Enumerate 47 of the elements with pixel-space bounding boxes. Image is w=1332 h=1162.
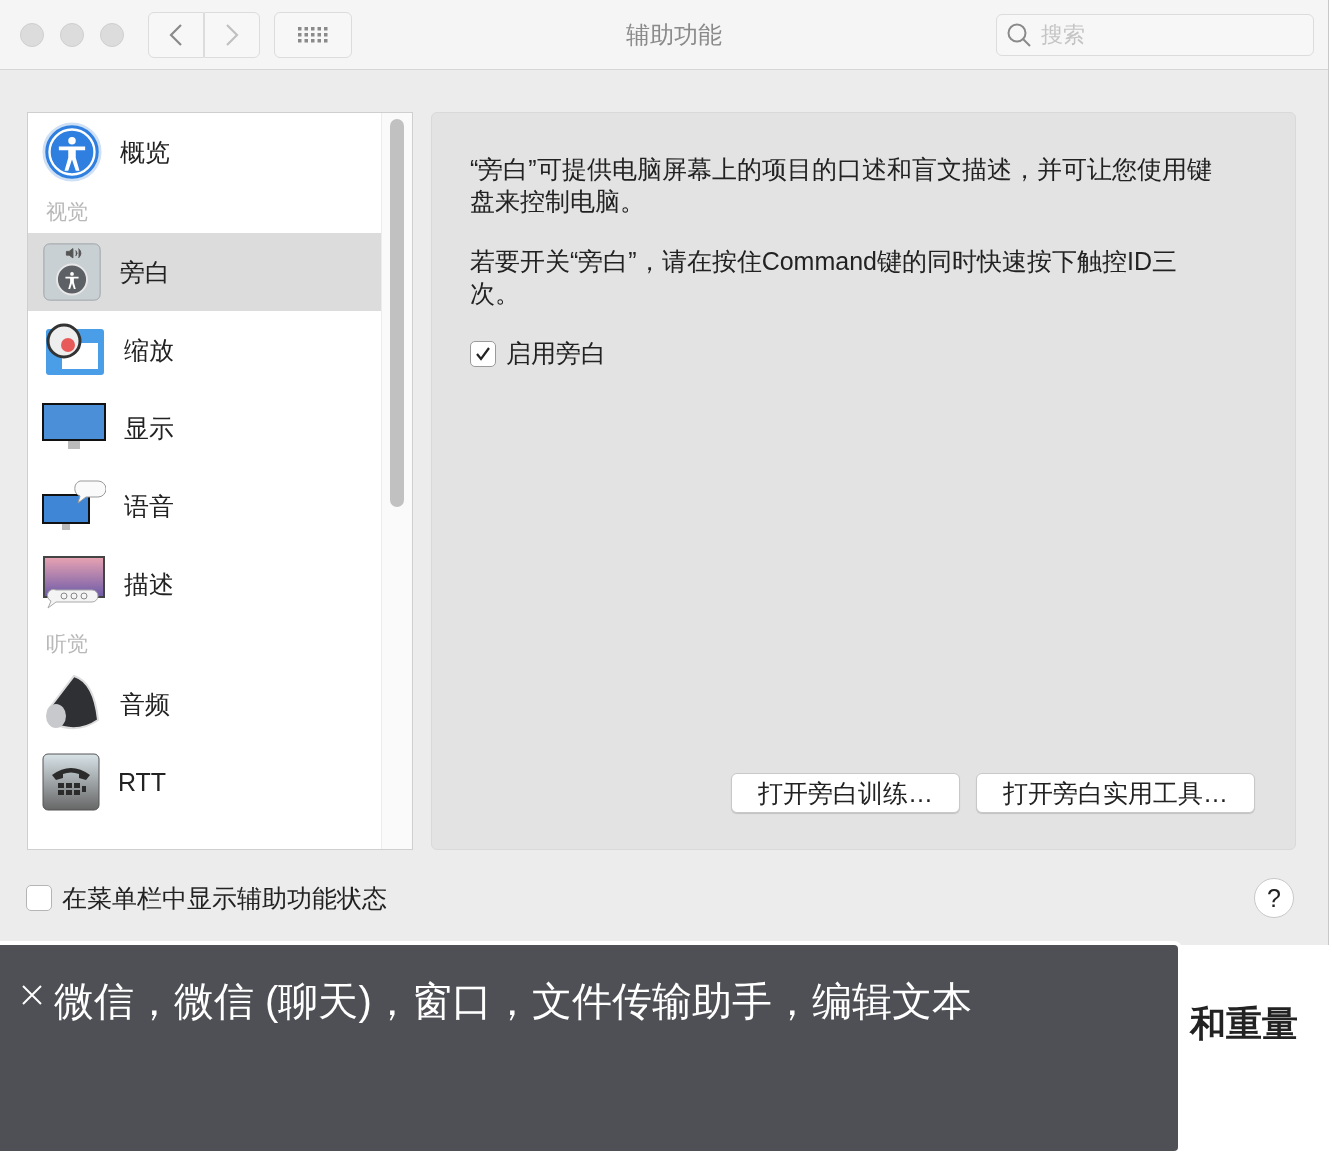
open-button[interactable]: 打开旁白训练… <box>731 773 960 813</box>
window-title: 辅助功能 <box>625 19 723 50</box>
speech-monitor-icon <box>42 479 106 533</box>
help-button[interactable]: ? <box>1254 878 1294 918</box>
open-button[interactable]: 打开旁白实用工具… <box>976 773 1255 813</box>
caption-text: 微信，微信 (聊天)，窗口，文件传输助手，编辑文本 <box>54 978 972 1025</box>
descriptions-icon <box>42 556 106 612</box>
scrollbar-thumb[interactable] <box>390 119 404 507</box>
sidebar-item[interactable]: 语音 <box>28 467 381 545</box>
sidebar-item-label: 显示 <box>124 412 174 444</box>
search-icon <box>1006 21 1032 48</box>
checkbox[interactable] <box>26 885 52 911</box>
description-text: “旁白”可提供电脑屏幕上的项目的口述和盲文描述，并可让您使用键盘来控制电脑。 <box>470 154 1213 217</box>
sidebar-item[interactable]: 概览 <box>28 113 381 191</box>
close-icon[interactable] <box>20 983 44 1007</box>
window-minimize-button[interactable] <box>60 22 84 47</box>
description-text: 若要开关“旁白”，请在按住Command键的同时快速按下触控ID三次。 <box>470 246 1178 309</box>
checkbox-label: 在菜单栏中显示辅助功能状态 <box>62 882 387 914</box>
sidebar-item[interactable]: 描述 <box>28 545 381 623</box>
back-button[interactable] <box>148 11 204 58</box>
grid-icon <box>298 26 328 43</box>
window-zoom-button[interactable] <box>100 22 124 47</box>
window-close-button[interactable] <box>20 22 44 47</box>
sidebar-item-label: 语音 <box>124 490 174 522</box>
sidebar-item-label: 概览 <box>120 136 170 168</box>
sidebar-item[interactable]: 缩放 <box>28 311 381 389</box>
sidebar-item-label: RTT <box>118 767 167 797</box>
sidebar-item[interactable]: 显示 <box>28 389 381 467</box>
voiceover-icon <box>42 242 102 302</box>
chevron-right-icon <box>225 22 239 47</box>
section-header: 听觉 <box>45 631 89 657</box>
show-all-button[interactable] <box>274 11 352 58</box>
accessibility-icon <box>42 122 102 182</box>
background-text: 和重量 <box>1190 1002 1298 1046</box>
sidebar-item-label: 音频 <box>120 688 170 720</box>
sidebar-item[interactable]: 音频 <box>28 665 381 743</box>
chevron-left-icon <box>169 22 183 47</box>
section-header: 视觉 <box>45 199 89 225</box>
telephone-icon <box>42 753 100 811</box>
sidebar-item-label: 描述 <box>124 568 174 600</box>
sidebar-item-label: 旁白 <box>120 256 170 288</box>
sidebar-item[interactable]: RTT <box>28 743 381 821</box>
checkbox-label: 启用旁白 <box>506 338 606 369</box>
forward-button[interactable] <box>204 11 260 58</box>
sidebar-item-label: 缩放 <box>124 334 174 366</box>
checkbox[interactable] <box>470 340 496 367</box>
sidebar-item[interactable]: 旁白 <box>28 233 381 311</box>
